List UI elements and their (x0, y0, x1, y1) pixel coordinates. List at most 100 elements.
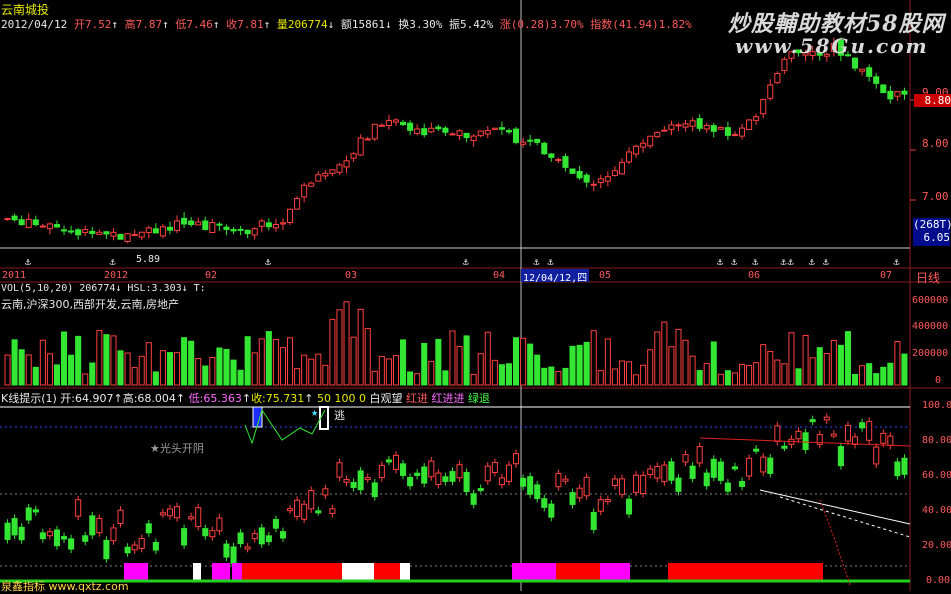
indicator-candle (53, 529, 60, 547)
indicator-candle (675, 477, 682, 492)
volume-bar (124, 352, 131, 386)
indicator-candle (710, 458, 717, 478)
candle-body (315, 174, 322, 182)
indicator-candle (61, 536, 68, 540)
volume-bar (75, 335, 82, 386)
candle-body (541, 142, 548, 155)
signal-bar (232, 563, 242, 581)
indicator-open: 开:64.907 (60, 392, 114, 405)
signal-bar (374, 563, 400, 581)
indicator-candle (244, 546, 251, 550)
indicator-hint-red: 红进 (405, 392, 428, 405)
indicator-candle (477, 488, 484, 492)
volume-bar (216, 347, 223, 386)
candle-body (724, 127, 731, 136)
candle-body (407, 122, 414, 131)
candle-body (378, 124, 385, 127)
indicator-candle (844, 424, 851, 442)
indicator-candle (491, 462, 498, 474)
time-label-2012: 2012 (104, 270, 129, 281)
candle-body (138, 231, 145, 238)
indicator-candle (696, 446, 703, 464)
low-value: 7.46 (186, 18, 213, 31)
indicator-candle (640, 474, 647, 495)
price-tick-2: 7.00 (922, 190, 949, 203)
indicator-candle (350, 481, 357, 488)
volume-bar (435, 338, 442, 386)
trend-line-dashed (779, 496, 911, 538)
time-label-06: 06 (748, 270, 761, 281)
indicator-candle (527, 476, 534, 495)
volume-bar (456, 345, 463, 386)
indicator-candle (442, 476, 449, 482)
volume-bar (68, 354, 75, 386)
volume-bar (308, 358, 315, 386)
ind-tick-20: 20.00 (922, 540, 951, 551)
candle-body (590, 183, 597, 186)
volume-label: 量 (276, 18, 288, 31)
indicator-candle (894, 461, 901, 477)
indicator-candle (795, 430, 802, 440)
volume-bar (294, 368, 301, 386)
indicator-candle (68, 538, 75, 550)
volume-bar (788, 332, 795, 386)
candle-body (343, 160, 350, 168)
volume-bar (400, 339, 407, 386)
volume-bar (258, 338, 265, 386)
indicator-candle (124, 546, 131, 554)
indicator-candle (322, 488, 329, 496)
volume-bar (463, 335, 470, 386)
crosshair-price: 6.05 (923, 231, 951, 244)
volume-bar (562, 367, 569, 386)
time-label-07: 07 (880, 270, 893, 281)
anchor-marker: ⚓ (731, 257, 737, 268)
indicator-candle (746, 457, 753, 477)
time-label-04: 04 (493, 270, 506, 281)
volume-bar (809, 357, 816, 386)
volume-bar (520, 337, 527, 386)
volume-bar (866, 363, 873, 386)
period-selector[interactable]: 日线 (916, 269, 940, 286)
volume-bar (647, 349, 654, 386)
indicator-candle (767, 457, 774, 474)
candle-body (866, 67, 873, 77)
indicator-candle (633, 474, 640, 493)
ind-tick-0: 0.00 (926, 575, 951, 586)
volume-bar (823, 352, 830, 386)
candle-body (767, 84, 774, 99)
volume-bar (675, 328, 682, 386)
candle-body (760, 98, 767, 115)
candle-body (739, 127, 746, 137)
anchor-marker: ⚓ (823, 257, 829, 268)
indicator-candle (611, 478, 618, 486)
candle-body (774, 72, 781, 84)
open-value: 7.52 (84, 18, 112, 31)
index-label: 指数 (590, 18, 613, 31)
candle-body (626, 151, 633, 163)
volume-bar (329, 318, 336, 386)
candle-body (513, 128, 520, 143)
candle-body (209, 221, 216, 233)
signal-bar (556, 563, 600, 581)
volume-bar (661, 321, 668, 386)
indicator-candle (421, 466, 428, 484)
candle-body (873, 76, 880, 84)
candle-body (46, 223, 53, 230)
volume-bar (576, 344, 583, 386)
indicator-candle (131, 544, 138, 551)
volume-bar (39, 339, 46, 386)
volume-bar (498, 364, 505, 386)
indicator-candle (760, 456, 767, 473)
candle-body (11, 215, 18, 221)
indicator-candle (626, 498, 633, 515)
volume-bar (597, 370, 604, 386)
candle-body (159, 226, 166, 237)
indicator-candle (703, 472, 710, 487)
candle-body (294, 198, 301, 210)
signal-bar (512, 563, 556, 581)
candle-body (195, 221, 202, 226)
volume-bar (816, 347, 823, 386)
indicator-candle (414, 472, 421, 476)
indicator-candle (470, 493, 477, 505)
anchor-marker: ⚓ (717, 257, 723, 268)
